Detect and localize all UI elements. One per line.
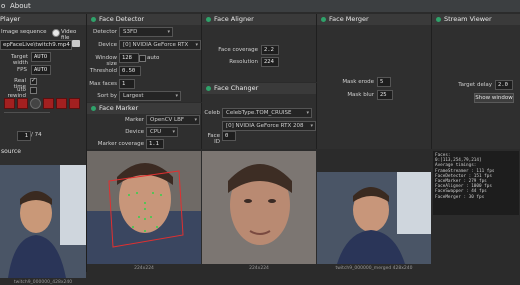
status-indicator-icon[interactable] [206, 16, 211, 22]
stream-viewer-title: Stream Viewer [444, 15, 492, 23]
device-select[interactable]: [0] NVIDIA GeForce RTX [119, 40, 201, 50]
divider [4, 112, 50, 113]
detector-label: Detector [93, 29, 117, 35]
detector-select[interactable]: S3FD [119, 27, 173, 37]
face-merger-title: Face Merger [329, 15, 369, 23]
status-indicator-icon[interactable] [321, 16, 326, 22]
mask-erode-label: Mask erode [342, 79, 374, 85]
changer-device-select[interactable]: [0] NVIDIA GeForce RTX 208 [222, 121, 316, 131]
status-indicator-icon[interactable] [91, 16, 96, 22]
status-indicator-icon[interactable] [206, 85, 211, 91]
stats-panel: Faces: 0:[113,254,79,214] Average timing… [433, 151, 519, 215]
realtime-checkbox[interactable] [30, 77, 37, 85]
first-frame-button[interactable] [4, 98, 15, 109]
max-faces-input[interactable]: 1 [119, 79, 135, 89]
show-window-button[interactable]: Show window [474, 93, 514, 103]
window-size-input[interactable]: 128 [119, 53, 139, 63]
merged-caption: twitch9_000000_merged 428x240 [335, 266, 413, 271]
swapped-caption: 224x224 [249, 266, 269, 271]
source-preview-image [0, 165, 86, 278]
marker-device-label: Device [125, 129, 144, 135]
player-panel: Player Image sequence Video file epFaceL… [0, 14, 87, 285]
target-width-label: Target width [10, 54, 28, 66]
target-width-input[interactable]: AUTO [31, 52, 51, 62]
marker-coverage-input[interactable]: 1.1 [146, 139, 164, 149]
merged-preview-image [317, 172, 431, 264]
player-title: Player [0, 15, 21, 23]
max-faces-label: Max faces [89, 81, 117, 87]
menu-item-about[interactable]: About [10, 2, 31, 10]
swapped-face-preview-image [202, 151, 316, 264]
stream-viewer-panel: Stream Viewer Target delay 2.0 Show wind… [432, 14, 520, 149]
file-path-field[interactable]: epFaceLive\twitch9.mp4 [0, 40, 72, 50]
face-id-input[interactable]: 0 [222, 131, 236, 141]
record-button[interactable] [30, 98, 41, 109]
device-label: Device [98, 42, 117, 48]
last-frame-button[interactable] [69, 98, 80, 109]
play-button[interactable] [43, 98, 54, 109]
face-detector-title: Face Detector [99, 15, 145, 23]
image-sequence-label: Image sequence [1, 29, 47, 35]
source-label: source [1, 148, 21, 155]
menu-item-partial[interactable]: o [1, 2, 5, 10]
folder-icon[interactable] [72, 40, 80, 47]
model-select[interactable]: CelebType.TOM_CRUISE [222, 108, 312, 118]
threshold-input[interactable]: 0.50 [119, 66, 141, 76]
marker-preview-image [87, 151, 201, 264]
autorewind-checkbox[interactable] [30, 87, 37, 94]
fps-label: FPS [17, 67, 27, 73]
status-indicator-icon[interactable] [436, 16, 441, 22]
prev-frame-button[interactable] [17, 98, 28, 109]
face-aligner-panel: Face Aligner Face coverage 2.2 Resolutio… [202, 14, 317, 82]
face-marker-panel: Face Marker Marker OpenCV LBF Device CPU… [87, 103, 202, 149]
video-file-radio[interactable] [52, 29, 60, 37]
face-detector-panel: Face Detector Detector S3FD Device [0] N… [87, 14, 202, 102]
playback-controls [4, 98, 84, 109]
window-size-label: Window size [95, 55, 117, 67]
marker-select[interactable]: OpenCV LBF [146, 115, 200, 125]
face-merger-panel: Face Merger Mask erode 5 Mask blur 25 [317, 14, 432, 149]
face-coverage-label: Face coverage [218, 47, 258, 53]
resolution-input[interactable]: 224 [261, 57, 279, 67]
marker-coverage-label: Marker coverage [97, 141, 144, 147]
mask-blur-label: Mask blur [347, 92, 374, 98]
menu-bar: o About [0, 0, 520, 12]
target-delay-input[interactable]: 2.0 [495, 80, 513, 90]
mask-erode-input[interactable]: 5 [377, 77, 391, 87]
panel-title: Player [0, 14, 86, 25]
sort-by-label: Sort by [97, 93, 117, 99]
sort-by-select[interactable]: Largest [119, 91, 181, 101]
stats-line: FaceMerger : 30 fps [435, 194, 485, 200]
mask-blur-input[interactable]: 25 [377, 90, 393, 100]
face-coverage-input[interactable]: 2.2 [261, 45, 279, 55]
auto-label: auto [147, 55, 160, 61]
model-label: Celeb [204, 110, 220, 116]
threshold-label: Threshold [89, 68, 117, 74]
face-id-label: Face ID [207, 133, 220, 145]
face-aligner-title: Face Aligner [214, 15, 254, 23]
face-marker-title: Face Marker [99, 104, 139, 112]
status-indicator-icon[interactable] [91, 105, 96, 111]
next-frame-button[interactable] [56, 98, 67, 109]
window-size-auto-checkbox[interactable] [139, 55, 146, 62]
source-type-row: Image sequence Video file [0, 28, 86, 41]
face-changer-panel: Face Changer Celeb CelebType.TOM_CRUISE … [202, 83, 317, 149]
face-changer-title: Face Changer [214, 84, 259, 92]
frame-total: / 74 [31, 132, 42, 138]
resolution-label: Resolution [229, 59, 258, 65]
target-delay-label: Target delay [458, 82, 492, 88]
marker-label: Marker [124, 117, 144, 123]
source-caption: twitch9_000000_428x240 [13, 280, 73, 285]
fps-input[interactable]: AUTO [31, 65, 51, 75]
marker-caption: 224x224 [134, 266, 154, 271]
marker-device-select[interactable]: CPU [146, 127, 178, 137]
frame-input[interactable]: 1 [17, 131, 31, 141]
